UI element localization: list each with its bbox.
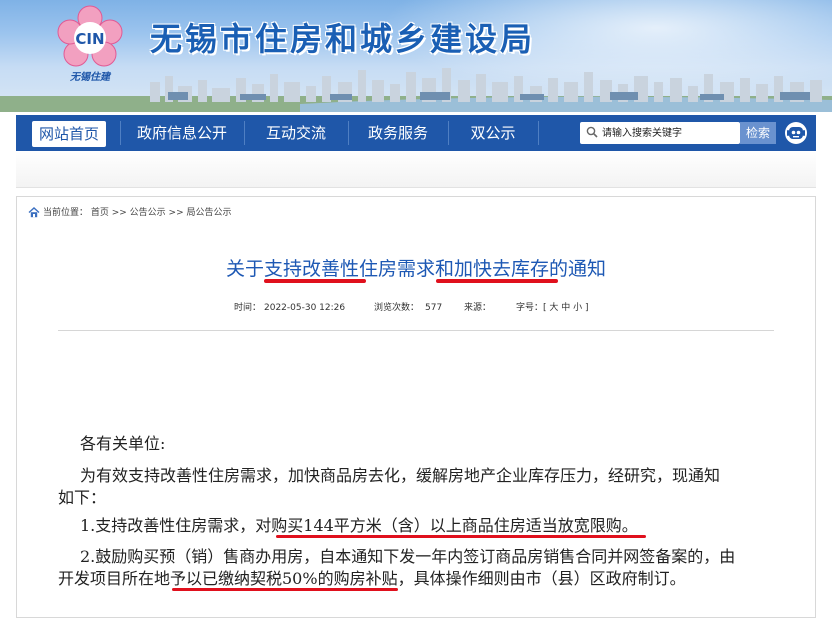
search-icon [586, 126, 598, 138]
site-title: 无锡市住房和城乡建设局 [150, 20, 536, 58]
robot-assistant-icon[interactable] [784, 120, 808, 146]
nav-item-double-publicity[interactable]: 双公示 [448, 115, 538, 151]
red-underline-mark [264, 279, 366, 283]
paragraph-2: 1.支持改善性住房需求，对购买144平方米（含）以上商品住房适当放宽限购。 [80, 516, 638, 535]
font-size-switcher[interactable]: 字号：[ 大 中 小 ] [516, 302, 588, 314]
search-button[interactable]: 检索 [740, 122, 776, 144]
search-input[interactable] [602, 124, 734, 142]
cin-logo-icon[interactable]: CIN 无锡住建 [54, 4, 126, 86]
nav-divider [538, 121, 539, 145]
breadcrumb: 当前位置： 首页 >> 公告公示 >> 局公告公示 [43, 208, 232, 218]
nav-item-gov-service[interactable]: 政务服务 [348, 115, 448, 151]
sub-band [16, 151, 816, 188]
nav-item-interaction[interactable]: 互动交流 [244, 115, 348, 151]
red-underline-mark [436, 279, 558, 283]
header-banner: CIN 无锡住建 无锡市住房和城乡建设局 [0, 0, 832, 112]
paragraph-1-line-1: 为有效支持改善性住房需求，加快商品房去化，缓解房地产企业库存压力，经研究，现通知 [80, 466, 721, 485]
views-count: 577 [425, 303, 443, 313]
views-label: 浏览次数： [374, 303, 420, 313]
main-nav: 网站首页 政府信息公开 互动交流 政务服务 双公示 检索 [16, 115, 816, 151]
logo-slogan: 无锡住建 [69, 71, 112, 83]
nav-item-gov-info[interactable]: 政府信息公开 [120, 115, 244, 151]
paragraph-3-line-1: 2.鼓励购买预（销）售商办用房，自本通知下发一年内签订商品房销售合同并网签备案的… [80, 547, 736, 566]
home-icon [28, 207, 40, 218]
article-title: 关于支持改善性住房需求和加快去库存的通知 [225, 258, 606, 280]
source-label: 来源： [464, 303, 492, 313]
publish-time: 2022-05-30 12:26 [264, 303, 346, 313]
publish-time-label: 时间： [234, 303, 262, 313]
red-underline-mark [276, 535, 646, 538]
logo-letters: CIN [75, 30, 104, 48]
search-box [580, 122, 740, 144]
salutation: 各有关单位: [80, 434, 166, 453]
nav-item-home[interactable]: 网站首页 [32, 121, 106, 147]
paragraph-3-line-2: 开发项目所在地予以已缴纳契税50%的购房补贴，具体操作细则由市（县）区政府制订。 [58, 569, 686, 588]
red-underline-mark [172, 588, 398, 591]
paragraph-1-line-2: 如下： [58, 488, 107, 507]
divider [58, 330, 774, 331]
